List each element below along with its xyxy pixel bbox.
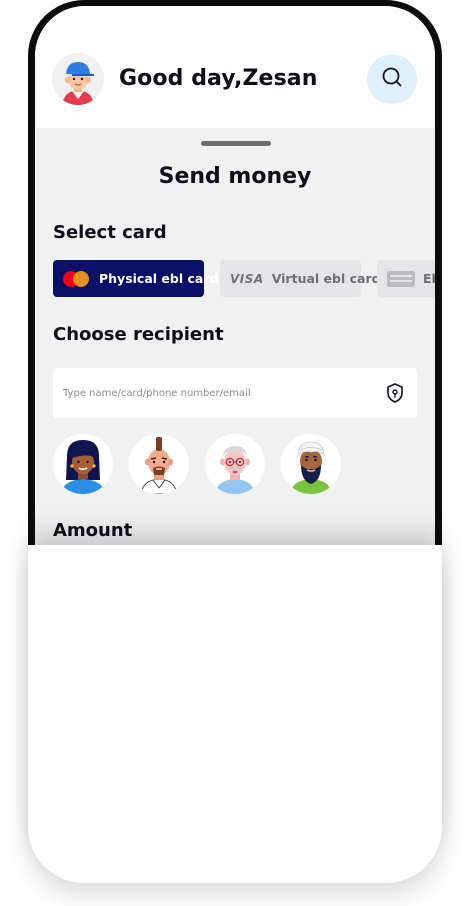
recipient-avatar-mohawk-man[interactable]	[129, 434, 189, 494]
shield-lock-icon[interactable]	[383, 381, 407, 405]
card-chip-virtual[interactable]: VISA Virtual ebl card	[220, 260, 381, 297]
search-icon	[380, 65, 404, 93]
card-chip-label: Physical ebl card	[99, 271, 219, 286]
recipient-avatar-elder-man[interactable]	[205, 434, 265, 494]
recipient-avatar-turban-man[interactable]	[281, 434, 341, 494]
bottom-panel	[28, 545, 442, 883]
send-money-sheet: Send money Select card Physical ebl card…	[35, 128, 435, 566]
search-button[interactable]	[367, 54, 417, 104]
phone-screen: Good day,Zesan Send money Select card Ph…	[35, 6, 435, 566]
amount-label: Amount	[53, 520, 133, 541]
user-avatar-icon[interactable]	[52, 53, 104, 105]
select-card-label: Select card	[53, 222, 167, 243]
recipient-list	[53, 434, 433, 498]
greeting-text: Good day,Zesan	[119, 66, 318, 91]
amex-icon	[387, 270, 415, 287]
recipient-search-field	[53, 368, 417, 418]
choose-recipient-label: Choose recipient	[53, 324, 224, 345]
recipient-avatar-woman[interactable]	[53, 434, 113, 494]
app-header: Good day,Zesan	[35, 6, 435, 128]
card-chip-label: Eb	[423, 271, 435, 286]
card-chip-label: Virtual ebl card	[271, 271, 381, 286]
recipient-search-input[interactable]	[53, 368, 363, 418]
mastercard-icon	[63, 270, 91, 288]
stage: Good day,Zesan Send money Select card Ph…	[0, 0, 470, 906]
sheet-drag-handle[interactable]	[201, 141, 271, 146]
card-selector: Physical ebl card VISA Virtual ebl card …	[53, 260, 435, 298]
page-title: Send money	[158, 164, 312, 189]
visa-icon: VISA	[230, 271, 264, 286]
card-chip-third[interactable]: Eb	[377, 260, 435, 297]
card-chip-physical[interactable]: Physical ebl card	[53, 260, 218, 297]
